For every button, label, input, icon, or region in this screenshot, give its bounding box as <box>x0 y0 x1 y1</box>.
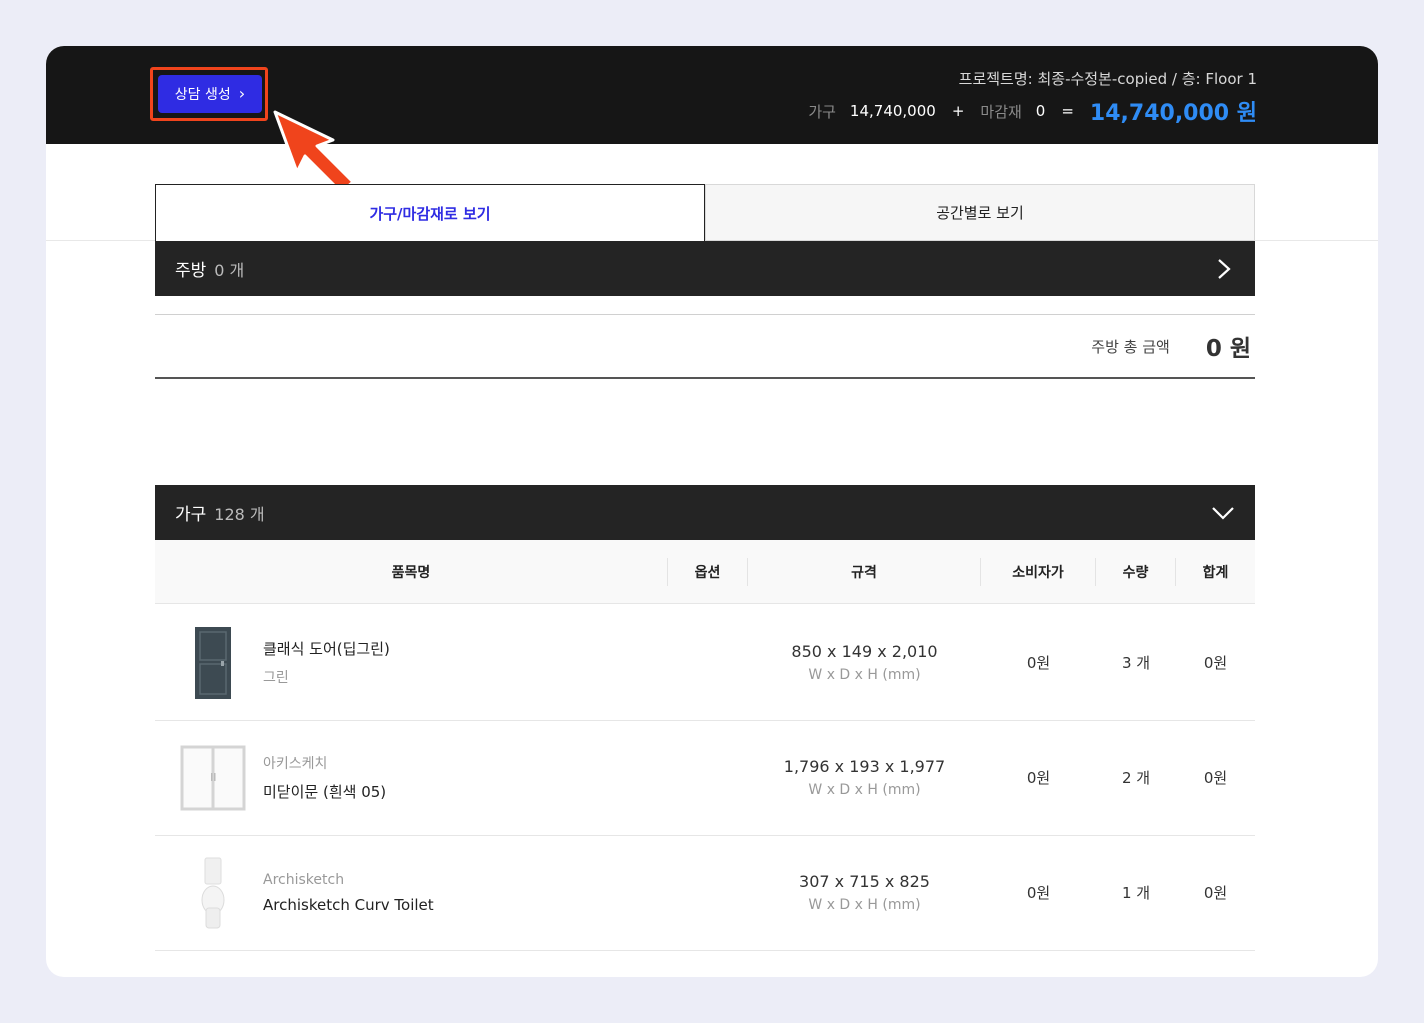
consumer-price: 0원 <box>1026 654 1051 672</box>
finish-price-value: 0 <box>1035 102 1046 120</box>
project-info: 프로젝트명: 최종-수정본-copied / 층: Floor 1 <box>958 70 1257 88</box>
create-consultation-label: 상담 생성 <box>174 87 231 103</box>
pointer-arrow-icon <box>273 110 355 192</box>
toilet-thumbnail <box>163 848 263 938</box>
spec-cell: 307 x 715 x 825 W x D x H (mm) <box>748 872 981 913</box>
item-dimensions: 1,796 x 193 x 1,977 <box>783 757 946 776</box>
summary-header: 상담 생성 › 프로젝트명: 최종-수정본-copied / 층: Floor … <box>46 46 1378 144</box>
col-quantity: 수량 <box>1096 557 1176 586</box>
tab-by-space[interactable]: 공간별로 보기 <box>705 184 1255 241</box>
chevron-down-icon[interactable] <box>1211 501 1235 525</box>
kitchen-title: 주방 <box>175 261 207 281</box>
col-option: 옵션 <box>668 557 748 586</box>
consumer-price: 0원 <box>1026 769 1051 787</box>
furniture-count: 128 개 <box>214 504 265 524</box>
door-icon <box>195 626 231 699</box>
item-brand: Archisketch <box>263 871 345 888</box>
kitchen-section-header[interactable]: 주방 0 개 <box>155 241 1255 296</box>
price-summary: 가구 14,740,000 + 마감재 0 = 14,740,000 원 <box>808 96 1257 126</box>
table-row[interactable]: 클래식 도어(딥그린) 그린 850 x 149 x 2,010 W x D x… <box>155 605 1255 721</box>
total-price: 14,740,000 원 <box>1089 101 1257 126</box>
tab-by-material[interactable]: 가구/마감재로 보기 <box>155 184 705 241</box>
col-sum: 합계 <box>1202 564 1229 581</box>
item-dimensions: 307 x 715 x 825 <box>799 872 930 891</box>
chevron-right-icon[interactable] <box>1211 257 1235 281</box>
furniture-section-header[interactable]: 가구 128 개 <box>155 485 1255 540</box>
next-row-partial <box>155 951 1255 977</box>
col-spec: 규격 <box>748 557 981 586</box>
sliding-door-icon <box>180 745 246 810</box>
furniture-title: 가구 <box>175 505 207 525</box>
finish-price-label: 마감재 <box>980 102 1022 121</box>
quantity: 2 개 <box>1121 769 1151 787</box>
item-name-cell: Archisketch Archisketch Curv Toilet <box>155 848 668 938</box>
sum: 0원 <box>1203 654 1228 672</box>
item-name: 클래식 도어(딥그린) <box>263 640 390 658</box>
spec-cell: 850 x 149 x 2,010 W x D x H (mm) <box>748 642 981 683</box>
create-consultation-button[interactable]: 상담 생성 › <box>158 75 262 113</box>
kitchen-count: 0 개 <box>214 260 245 280</box>
equals-sign: = <box>1061 102 1074 120</box>
kitchen-total-value: 0 원 <box>1205 336 1251 362</box>
kitchen-total-label: 주방 총 금액 <box>1091 337 1170 356</box>
furniture-price-value: 14,740,000 <box>849 102 936 120</box>
dimension-unit: W x D x H (mm) <box>808 897 921 913</box>
sum: 0원 <box>1203 884 1228 902</box>
item-brand: 아키스케치 <box>263 756 328 772</box>
sliding-door-thumbnail <box>163 733 263 823</box>
col-item-name: 품목명 <box>155 557 668 586</box>
estimate-card: 상담 생성 › 프로젝트명: 최종-수정본-copied / 층: Floor … <box>46 46 1378 977</box>
table-row[interactable]: Archisketch Archisketch Curv Toilet 307 … <box>155 835 1255 951</box>
col-consumer-price: 소비자가 <box>981 557 1096 586</box>
item-name: 미닫이문 (흰색 05) <box>263 783 387 801</box>
dimension-unit: W x D x H (mm) <box>808 667 921 683</box>
consumer-price: 0원 <box>1026 884 1051 902</box>
spec-cell: 1,796 x 193 x 1,977 W x D x H (mm) <box>748 757 981 798</box>
sum: 0원 <box>1203 769 1228 787</box>
item-name-cell: 클래식 도어(딥그린) 그린 <box>155 618 668 708</box>
plus-sign: + <box>951 102 965 120</box>
door-thumbnail <box>163 618 263 708</box>
furniture-price-label: 가구 <box>808 102 836 121</box>
quantity: 1 개 <box>1121 884 1151 902</box>
furniture-table-header: 품목명 옵션 규격 소비자가 수량 합계 <box>155 540 1255 604</box>
dimension-unit: W x D x H (mm) <box>808 782 921 798</box>
item-dimensions: 850 x 149 x 2,010 <box>791 642 938 661</box>
item-name-cell: 아키스케치 미닫이문 (흰색 05) <box>155 733 668 823</box>
table-row[interactable]: 아키스케치 미닫이문 (흰색 05) 1,796 x 193 x 1,977 W… <box>155 720 1255 836</box>
quantity: 3 개 <box>1121 654 1151 672</box>
toilet-icon <box>201 857 225 928</box>
chevron-right-icon: › <box>238 84 246 103</box>
item-subtext: 그린 <box>263 670 289 686</box>
item-name: Archisketch Curv Toilet <box>263 895 434 914</box>
kitchen-total-row: 주방 총 금액 0 원 <box>155 314 1255 379</box>
